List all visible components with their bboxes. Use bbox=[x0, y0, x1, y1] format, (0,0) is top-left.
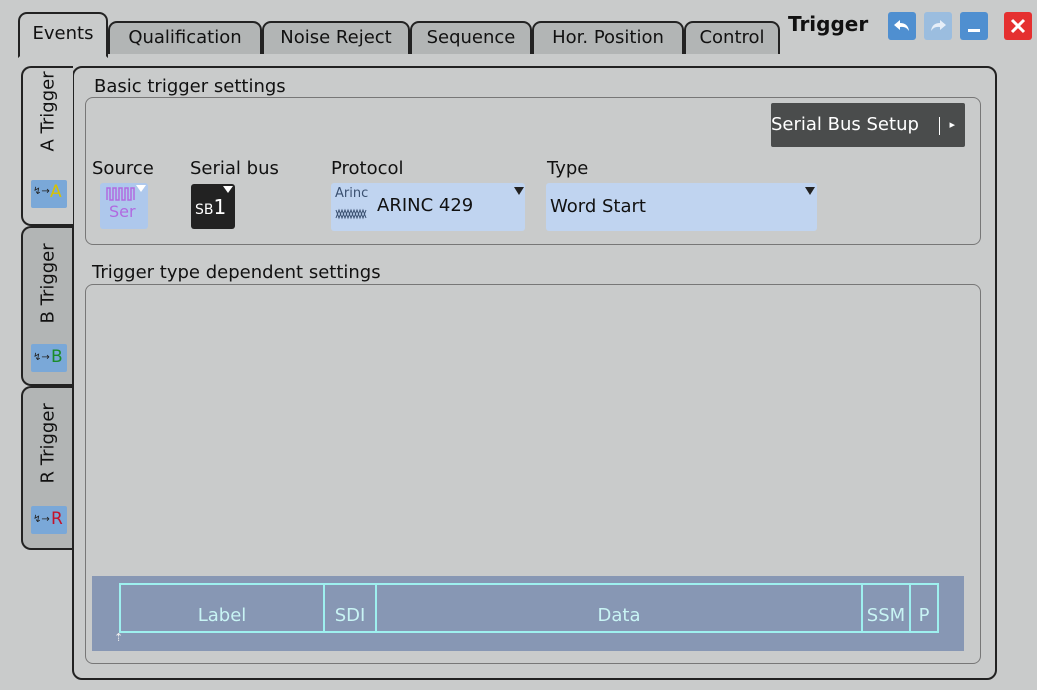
side-tab-label: A Trigger bbox=[37, 71, 59, 152]
undo-icon bbox=[894, 20, 909, 31]
type-value: Word Start bbox=[550, 196, 646, 217]
protocol-select[interactable]: Arinc ARINC 429 bbox=[331, 183, 525, 231]
frame-field-label: Label bbox=[119, 583, 325, 633]
tab-events[interactable]: Events bbox=[18, 12, 108, 58]
serial-bus-select[interactable]: SB1 bbox=[191, 184, 235, 229]
side-tab-b-trigger[interactable]: B Trigger ↯→ B bbox=[21, 226, 73, 386]
trigger-b-letter: B bbox=[51, 347, 63, 367]
dropdown-arrow-icon bbox=[514, 187, 524, 195]
arinc-word-frame: Label SDI Data SSM P ⇡ bbox=[92, 576, 964, 651]
dropdown-arrow-icon bbox=[136, 185, 146, 192]
dialog-title: Trigger bbox=[788, 12, 869, 36]
divider bbox=[939, 117, 940, 135]
redo-icon bbox=[931, 20, 946, 31]
trigger-b-icon: ↯→ B bbox=[31, 344, 67, 372]
trigger-point-marker-icon: ⇡ bbox=[114, 631, 124, 644]
side-tab-a-trigger[interactable]: A Trigger ↯→ A bbox=[21, 66, 73, 226]
tab-noise-reject[interactable]: Noise Reject bbox=[262, 21, 410, 54]
dependent-settings-title: Trigger type dependent settings bbox=[92, 262, 381, 283]
serial-bus-value: SB1 bbox=[195, 195, 227, 219]
close-icon bbox=[1010, 18, 1026, 34]
trigger-r-icon: ↯→ R bbox=[31, 506, 67, 534]
serial-waveform-icon bbox=[106, 187, 135, 201]
frame-field-data: Data bbox=[375, 583, 863, 633]
tab-hor-position[interactable]: Hor. Position bbox=[532, 21, 684, 54]
dropdown-arrow-icon bbox=[805, 187, 815, 195]
side-tab-r-trigger[interactable]: R Trigger ↯→ R bbox=[21, 386, 73, 550]
serial-bus-setup-label: Serial Bus Setup bbox=[771, 114, 919, 135]
source-label: Source bbox=[92, 158, 154, 179]
frame-field-ssm: SSM bbox=[861, 583, 911, 633]
arinc-icon: Arinc bbox=[333, 184, 371, 230]
frame-field-parity: P bbox=[909, 583, 939, 633]
source-select[interactable]: Ser bbox=[100, 183, 148, 229]
tab-qualification[interactable]: Qualification bbox=[108, 21, 262, 54]
type-select[interactable]: Word Start bbox=[546, 183, 817, 231]
redo-button[interactable] bbox=[924, 12, 952, 40]
side-tab-label: R Trigger bbox=[37, 403, 59, 484]
tab-sequence[interactable]: Sequence bbox=[410, 21, 532, 54]
minimize-icon bbox=[968, 29, 980, 32]
protocol-label: Protocol bbox=[331, 158, 404, 179]
serial-bus-label: Serial bus bbox=[190, 158, 279, 179]
undo-button[interactable] bbox=[888, 12, 916, 40]
side-tab-label: B Trigger bbox=[37, 243, 59, 324]
protocol-value: ARINC 429 bbox=[377, 195, 474, 216]
type-label: Type bbox=[547, 158, 589, 179]
trigger-r-letter: R bbox=[51, 509, 63, 529]
minimize-button[interactable] bbox=[960, 12, 988, 40]
close-button[interactable] bbox=[1004, 12, 1032, 40]
trigger-a-icon: ↯→ A bbox=[31, 180, 67, 208]
serial-bus-setup-button[interactable]: Serial Bus Setup ▸ bbox=[771, 103, 965, 147]
source-icon-text: Ser bbox=[109, 202, 136, 221]
basic-settings-title: Basic trigger settings bbox=[94, 76, 286, 97]
frame-field-sdi: SDI bbox=[323, 583, 377, 633]
tab-control[interactable]: Control bbox=[684, 21, 780, 54]
dropdown-arrow-icon bbox=[223, 186, 233, 193]
trigger-a-letter: A bbox=[50, 182, 62, 202]
chevron-right-icon: ▸ bbox=[949, 118, 955, 131]
